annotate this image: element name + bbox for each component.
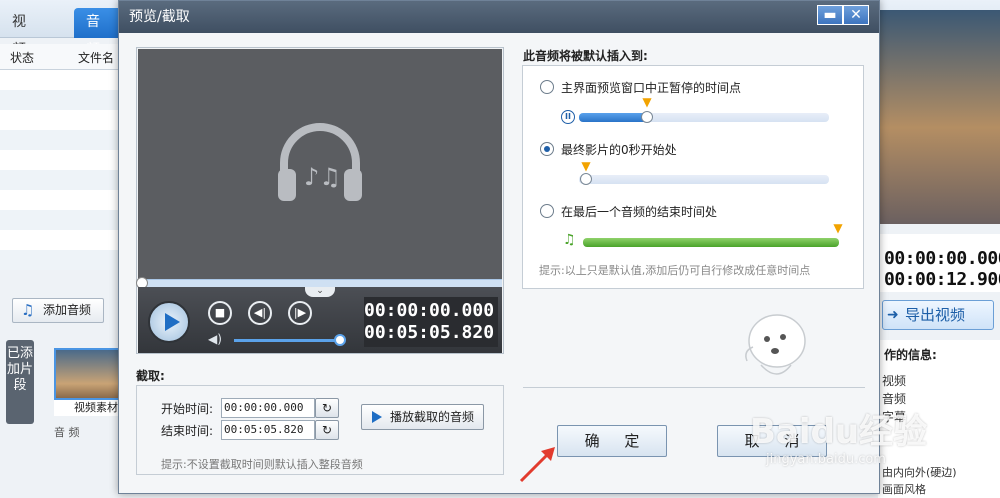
info-item: 视频 [882,374,907,388]
preview-image [880,10,1000,224]
insert-options-panel: 主界面预览窗口中正暂停的时间点 ▼ II 最终影片的0秒开始处 ▼ 在最后一个音… [522,65,864,289]
total-timecode: 00:00:12.900 [884,269,1000,290]
position-fill [583,238,839,247]
position-track[interactable] [579,175,829,184]
annotation-arrow-icon [519,447,555,483]
radio-pause-point[interactable] [540,80,554,94]
add-audio-label: 添加音频 [43,303,92,317]
play-cropped-label: 播放截取的音频 [390,410,475,424]
minimize-icon[interactable]: ▬ [817,5,843,25]
volume-icon[interactable]: ◀) [208,332,222,346]
stop-button[interactable]: ■ [208,301,232,325]
position-marker-icon: ▼ [642,95,652,109]
insert-tip: 提示:以上只是默认值,添加后仍可自行修改成任意时间点 [539,264,811,277]
audio-section-label: 音 频 [54,426,80,439]
video-thumbnail[interactable] [54,348,122,400]
current-timecode: 00:00:00.000 [884,248,1000,269]
player-screen: ♪♫ [138,49,502,279]
option-label[interactable]: 最终影片的0秒开始处 [561,141,677,158]
position-knob[interactable] [580,173,592,185]
play-cropped-audio-button[interactable]: 播放截取的音频 [361,404,484,430]
column-filename[interactable]: 文件名 [78,49,114,66]
radio-last-audio-end[interactable] [540,204,554,218]
thumbnail-label: 视频素材 [54,400,122,416]
next-frame-button[interactable]: |▶ [288,301,312,325]
position-fill [579,113,647,122]
option-label[interactable]: 主界面预览窗口中正暂停的时间点 [561,79,741,96]
end-reset-icon[interactable]: ↻ [315,420,339,440]
tab-video[interactable]: 视 频 [0,8,70,58]
style-item[interactable]: 画面风格 [882,481,926,497]
crop-tip: 提示:不设置截取时间则默认插入整段音频 [161,458,363,471]
column-status[interactable]: 状态 [10,49,34,66]
headphone-icon: ♪♫ [278,123,362,201]
collapse-notch-icon[interactable]: ⌄ [305,287,335,297]
ok-button[interactable]: 确 定 [557,425,667,457]
time-display: 00:00:00.000 00:05:05.820 [364,297,498,347]
pause-icon: II [561,110,575,124]
file-list [0,70,118,270]
insert-section-title: 此音频将被默认插入到: [523,49,648,63]
crop-panel: 开始时间: 00:00:00.000 ↻ 结束时间: 00:05:05.820 … [136,385,504,475]
prev-frame-button[interactable]: ◀| [248,301,272,325]
music-note-icon: ♫ [563,232,576,248]
play-icon [372,411,382,423]
start-reset-icon[interactable]: ↻ [315,398,339,418]
watermark-url: jingyan.baidu.com [766,452,886,467]
end-time-field[interactable]: 00:05:05.820 [221,420,315,440]
file-list-header: 状态 文件名 [0,44,122,70]
end-time-label: 结束时间: [161,424,214,438]
total-time: 00:05:05.820 [364,322,495,343]
dialog-title: 预览/截取 [119,1,879,33]
add-audio-button[interactable]: ♫ 添加音频 [12,298,104,323]
option-label[interactable]: 在最后一个音频的结束时间处 [561,203,717,220]
radio-zero-start[interactable] [540,142,554,156]
divider [523,387,865,388]
crop-section-title: 截取: [136,369,165,383]
position-marker-icon: ▼ [581,159,591,173]
volume-knob[interactable] [334,334,346,346]
position-marker-icon: ▼ [833,221,843,235]
position-knob[interactable] [641,111,653,123]
svg-text:♪♫: ♪♫ [304,163,341,191]
current-time: 00:00:00.000 [364,300,495,321]
info-title: 作的信息: [884,348,937,362]
audio-player: ♪♫ ⌄ ■ ◀| |▶ ◀) 00:00:00.000 00:05:05.82… [136,47,504,354]
added-clips-tab[interactable]: 已添加片段 [6,340,34,424]
player-controls: ⌄ ■ ◀| |▶ ◀) 00:00:00.000 00:05:05.820 [138,287,502,353]
close-icon[interactable]: ✕ [843,5,869,25]
export-video-button[interactable]: ➜ 导出视频 [882,300,994,330]
volume-slider[interactable] [234,339,338,342]
mascot-illustration [745,314,806,375]
start-time-label: 开始时间: [161,402,214,416]
export-icon: ➜ [887,307,899,323]
play-button[interactable] [148,301,190,343]
add-music-icon: ♫ [21,301,35,319]
export-label: 导出视频 [905,306,966,324]
start-time-field[interactable]: 00:00:00.000 [221,398,315,418]
